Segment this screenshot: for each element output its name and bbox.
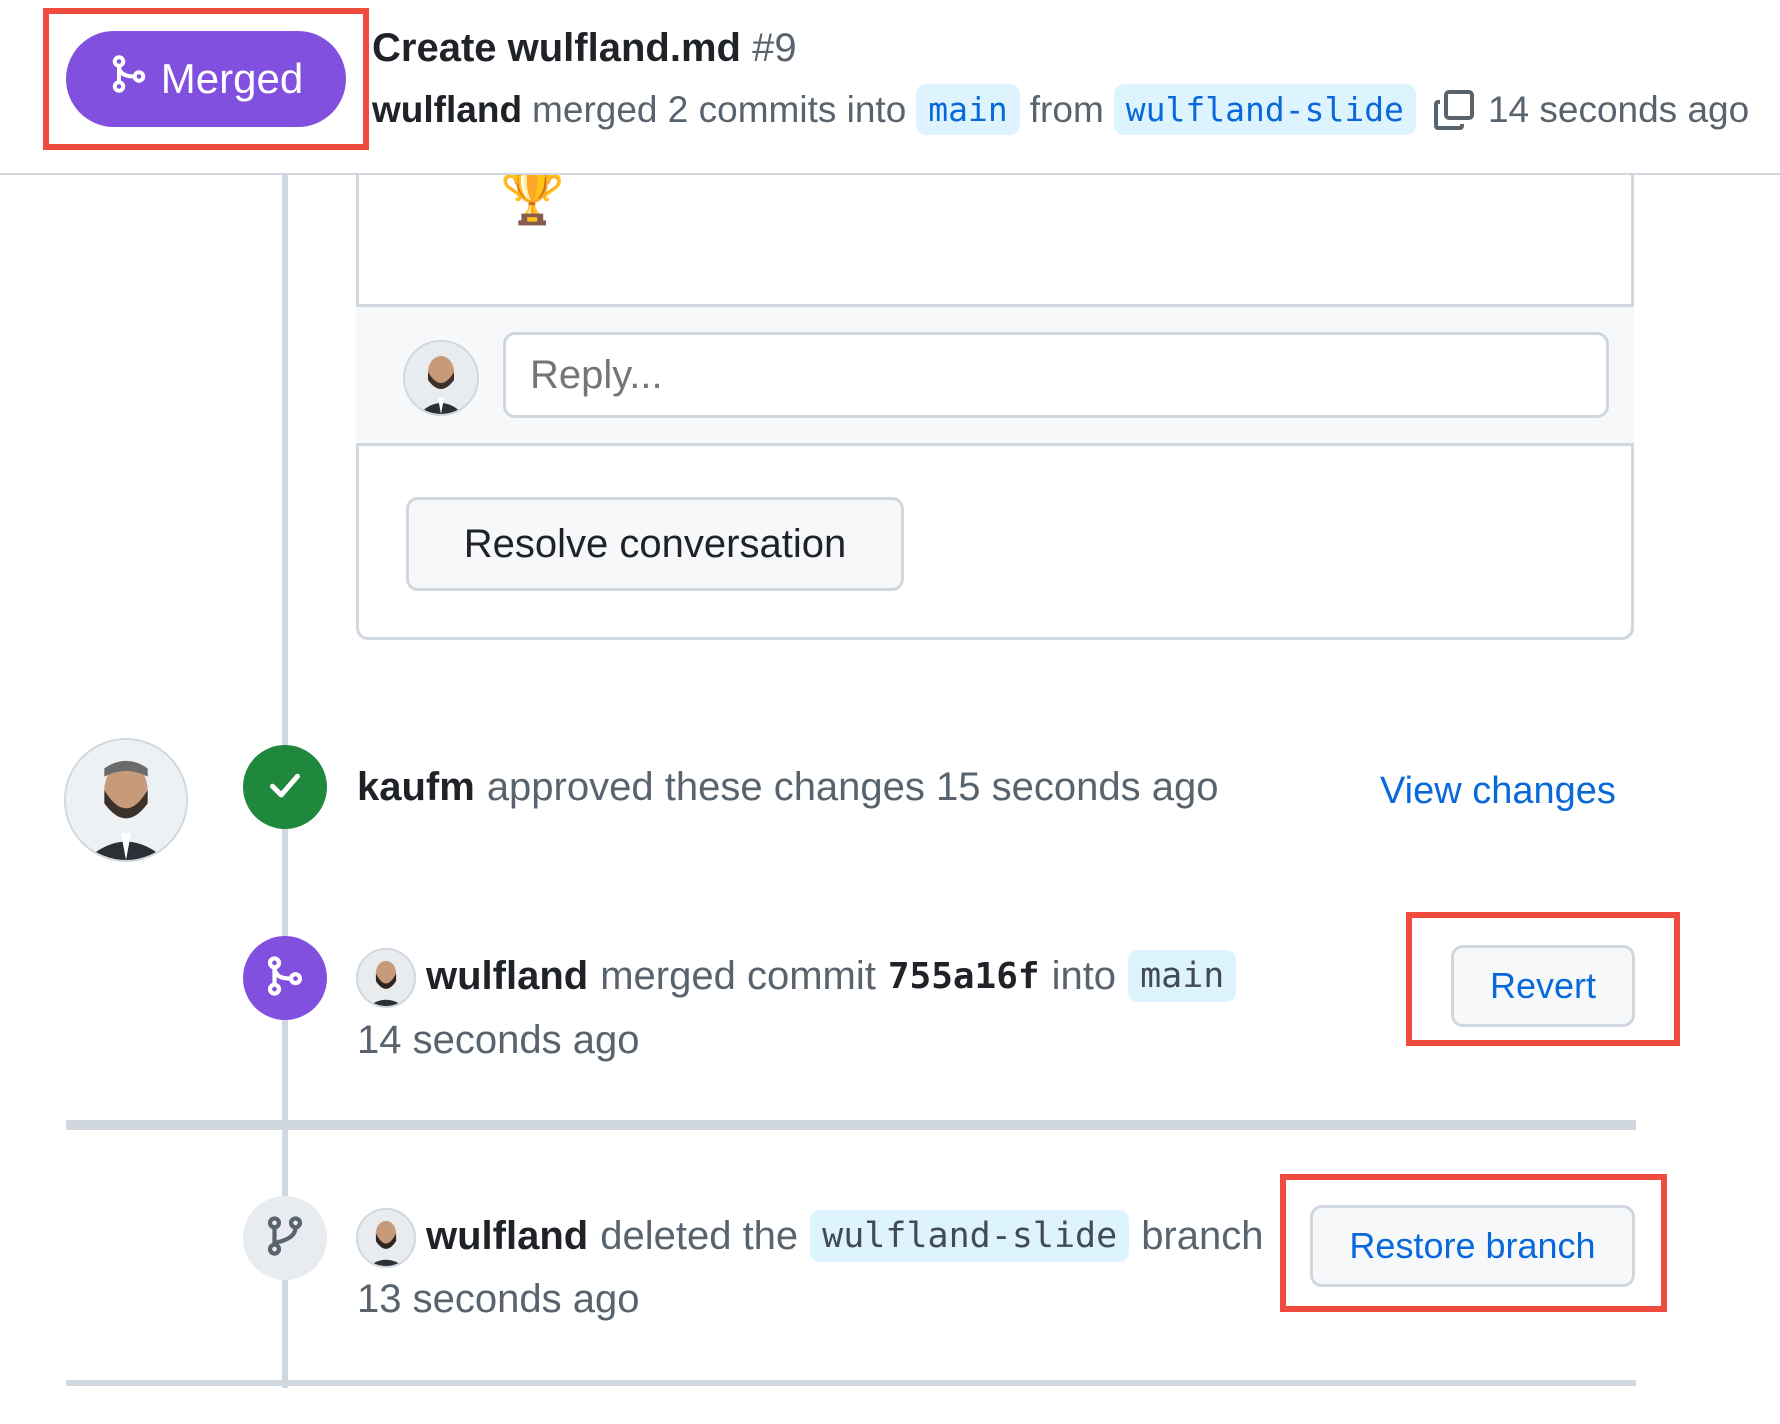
base-branch-chip[interactable]: main bbox=[916, 84, 1020, 135]
delete-time: 13 seconds ago bbox=[357, 1277, 640, 1321]
copy-icon[interactable] bbox=[1430, 86, 1478, 134]
pr-from-text: from bbox=[1029, 88, 1104, 130]
merge-into-text: into bbox=[1051, 953, 1117, 998]
pr-subtitle: wulfland merged 2 commits into main from… bbox=[372, 84, 1749, 135]
merge-target-branch[interactable]: main bbox=[1128, 950, 1237, 1002]
approval-text: approved these changes 15 seconds ago bbox=[486, 765, 1219, 809]
delete-branch-event: wulfland deleted the wulfland-slide bran… bbox=[426, 1210, 1282, 1262]
approval-event: kaufm approved these changes 15 seconds … bbox=[357, 765, 1218, 810]
pr-number: #9 bbox=[752, 26, 797, 70]
delete-event-text: deleted the bbox=[600, 1213, 799, 1258]
merge-event: wulfland merged commit 755a16f into main bbox=[426, 950, 1237, 1002]
commit-sha[interactable]: 755a16f bbox=[888, 956, 1040, 997]
revert-highlight-box bbox=[1406, 912, 1680, 1046]
pr-author[interactable]: wulfland bbox=[372, 89, 522, 131]
view-changes-link[interactable]: View changes bbox=[1380, 770, 1616, 813]
trophy-emoji: 🏆 bbox=[500, 169, 565, 227]
resolve-conversation-button[interactable]: Resolve conversation bbox=[406, 497, 904, 591]
pr-time: 14 seconds ago bbox=[1487, 88, 1750, 130]
delete-event-suffix: branch bbox=[1141, 1213, 1264, 1258]
merge-time: 14 seconds ago bbox=[357, 1018, 640, 1062]
reviewer-avatar[interactable] bbox=[64, 738, 188, 862]
git-merge-icon bbox=[264, 955, 306, 1002]
approved-badge bbox=[243, 745, 327, 829]
merge-event-text: merged commit bbox=[600, 953, 876, 998]
head-branch-chip[interactable]: wulfland-slide bbox=[1113, 84, 1416, 135]
deleter-name[interactable]: wulfland bbox=[426, 1214, 588, 1259]
merger-name[interactable]: wulfland bbox=[426, 954, 588, 999]
pr-title: Create wulfland.md #9 bbox=[372, 26, 797, 71]
git-branch-icon bbox=[264, 1215, 306, 1262]
pr-title-text: Create wulfland.md bbox=[372, 26, 741, 70]
restore-highlight-box bbox=[1280, 1174, 1667, 1312]
delete-separator bbox=[66, 1380, 1636, 1386]
check-icon bbox=[265, 765, 305, 810]
pr-merge-text: merged 2 commits into bbox=[532, 88, 907, 130]
merger-avatar[interactable] bbox=[356, 948, 416, 1008]
reply-avatar bbox=[403, 340, 479, 416]
deleter-avatar[interactable] bbox=[356, 1208, 416, 1268]
branch-event-badge bbox=[243, 1196, 327, 1280]
merged-highlight-box bbox=[43, 8, 369, 150]
merge-event-badge bbox=[243, 936, 327, 1020]
deleted-branch-chip[interactable]: wulfland-slide bbox=[810, 1210, 1130, 1262]
approver-name[interactable]: kaufm bbox=[357, 765, 475, 810]
merge-separator bbox=[66, 1120, 1636, 1130]
reply-input[interactable] bbox=[503, 332, 1609, 418]
